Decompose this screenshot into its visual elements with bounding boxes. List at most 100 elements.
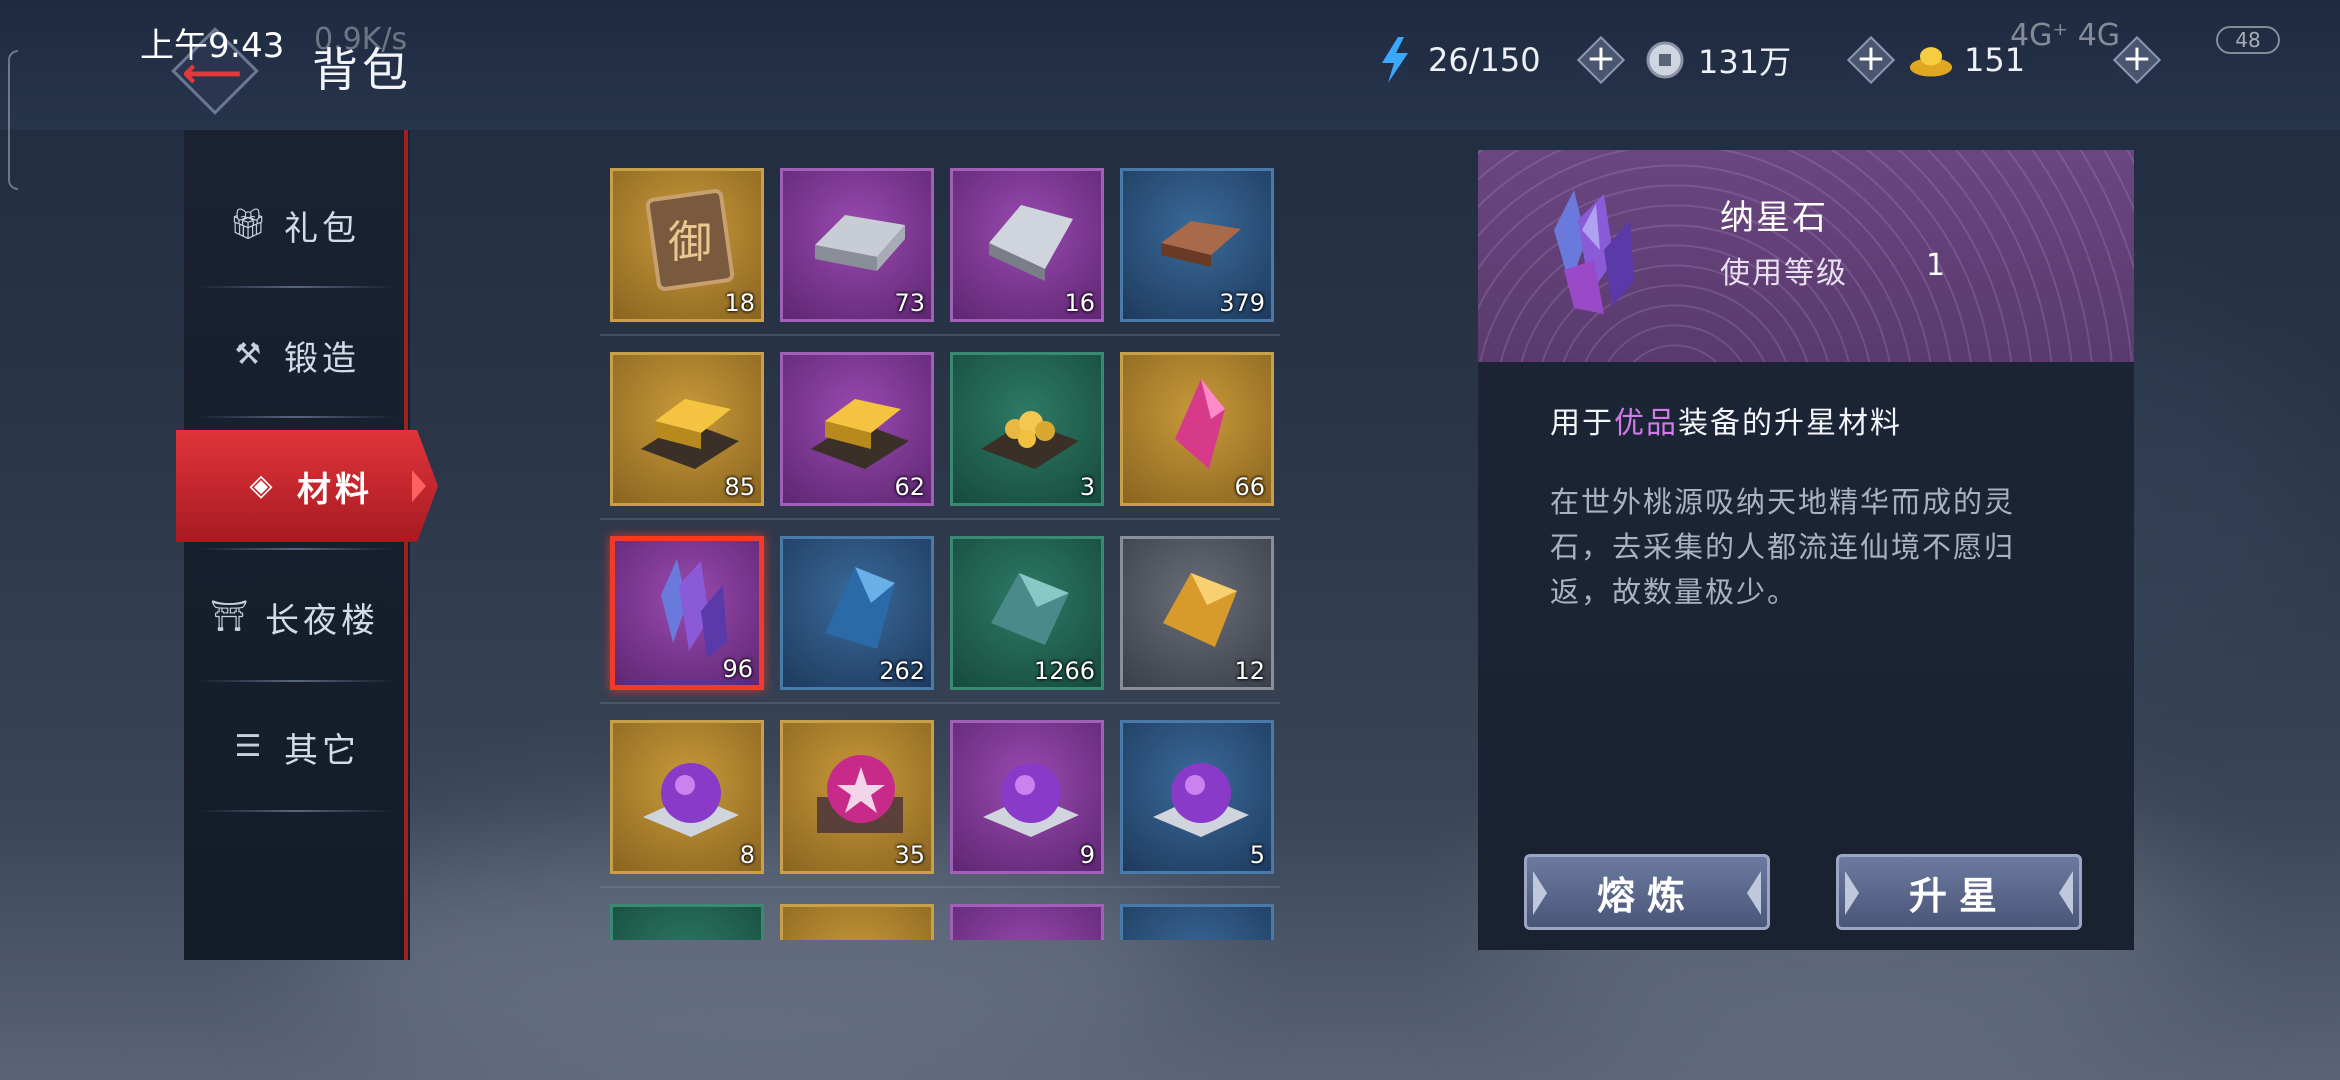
tab-label: 礼包 (284, 208, 360, 249)
detail-level-value: 1 (1926, 248, 1946, 283)
item-grid: 御 18 73 16 379 85 62 3 66 96 262 1266 12 8 35 9 5 (600, 160, 1280, 940)
item-icon (975, 369, 1085, 479)
item-slot[interactable]: 62 (780, 352, 934, 506)
gift-icon: 🎁︎ (228, 207, 268, 242)
item-quantity: 1266 (1033, 657, 1095, 685)
status-battery: 48 (2216, 26, 2280, 54)
tab-separator (198, 810, 394, 812)
usage-suffix: 装备的升星材料 (1678, 406, 1902, 441)
item-icon (637, 555, 747, 665)
item-icon (805, 185, 915, 295)
gold-ingot-icon (1908, 37, 1954, 83)
button-ornament (1845, 871, 1859, 915)
add-stamina-button[interactable]: + (1576, 35, 1626, 85)
item-slot-partial[interactable] (610, 904, 764, 940)
item-slot[interactable]: 35 (780, 720, 934, 874)
item-quantity: 96 (722, 655, 753, 683)
tab-forge[interactable]: ⚒ 锻造 (184, 300, 404, 410)
item-icon (975, 185, 1085, 295)
materials-icon: ◈ (249, 468, 273, 503)
item-quantity: 8 (739, 841, 755, 869)
item-slot-selected[interactable]: 96 (610, 536, 764, 690)
upgrade-star-button-label: 升星 (1908, 873, 2009, 918)
status-speed: 0.9K/s (314, 22, 408, 57)
detail-description: 在世外桃源吸纳天地精华而成的灵石，去采集的人都流连仙境不愿归返，故数量极少。 (1550, 485, 2016, 609)
status-time: 上午9:43 (140, 26, 285, 66)
item-slot[interactable]: 12 (1120, 536, 1274, 690)
item-icon (975, 553, 1085, 663)
forge-icon: ⚒ (234, 337, 262, 372)
smelt-button[interactable]: 熔炼 (1524, 854, 1770, 930)
item-quantity: 12 (1234, 657, 1265, 685)
item-slot[interactable]: 66 (1120, 352, 1274, 506)
item-slot[interactable]: 85 (610, 352, 764, 506)
tab-separator (198, 680, 394, 682)
item-quantity: 62 (894, 473, 925, 501)
item-quantity: 66 (1234, 473, 1265, 501)
item-slot-partial[interactable] (1120, 904, 1274, 940)
item-slot[interactable]: 73 (780, 168, 934, 322)
item-slot[interactable]: 262 (780, 536, 934, 690)
item-slot[interactable]: 5 (1120, 720, 1274, 874)
lightning-icon (1372, 37, 1418, 83)
tab-gift[interactable]: 🎁︎ 礼包 (184, 170, 404, 280)
usage-prefix: 用于 (1550, 406, 1614, 441)
item-slot[interactable]: 8 (610, 720, 764, 874)
item-icon (635, 369, 745, 479)
tab-label: 其它 (284, 730, 360, 771)
add-ingots-button[interactable]: + (2112, 35, 2162, 85)
active-tab-indicator (412, 470, 426, 502)
ingots-value: 151 (1964, 41, 2026, 79)
item-slot[interactable]: 3 (950, 352, 1104, 506)
tab-other[interactable]: ☰ 其它 (184, 692, 404, 802)
item-quantity: 262 (879, 657, 925, 685)
tab-label: 材料 (297, 469, 373, 510)
item-icon (635, 737, 745, 847)
tab-label: 长夜楼 (265, 600, 379, 641)
tab-separator (198, 416, 394, 418)
item-detail-panel: 纳星石 使用等级 1 用于优品装备的升星材料 在世外桃源吸纳天地精华而成的灵石，… (1478, 150, 2134, 950)
detail-usage: 用于优品装备的升星材料 (1550, 398, 1902, 442)
stamina-value: 26/150 (1428, 41, 1541, 79)
item-quantity: 379 (1219, 289, 1265, 317)
item-icon (975, 737, 1085, 847)
item-slot[interactable]: 御 18 (610, 168, 764, 322)
sidebar-divider (404, 130, 408, 960)
coins-value: 131万 (1698, 43, 1792, 81)
list-icon: ☰ (234, 729, 262, 764)
tower-icon: ⛩ (209, 599, 249, 634)
item-quantity: 5 (1249, 841, 1265, 869)
upgrade-star-button[interactable]: 升星 (1836, 854, 2082, 930)
tab-materials[interactable]: ◈ 材料 (176, 430, 438, 542)
item-slot[interactable]: 1266 (950, 536, 1104, 690)
item-icon (805, 369, 915, 479)
item-quantity: 35 (894, 841, 925, 869)
resource-ingots: 151 + (1908, 35, 2162, 85)
item-quantity: 9 (1079, 841, 1095, 869)
item-slot[interactable]: 9 (950, 720, 1104, 874)
item-icon (805, 737, 915, 847)
plus-icon: + (1855, 38, 1887, 79)
item-icon (805, 553, 915, 663)
item-slot[interactable]: 16 (950, 168, 1104, 322)
resource-coins: 131万 + (1642, 35, 1896, 85)
item-quantity: 3 (1079, 473, 1095, 501)
item-quantity: 18 (724, 289, 755, 317)
tab-long-night-tower[interactable]: ⛩ 长夜楼 (184, 562, 404, 672)
item-slot[interactable]: 379 (1120, 168, 1274, 322)
button-ornament (1533, 871, 1547, 915)
coin-icon (1642, 37, 1688, 83)
plus-icon: + (2121, 38, 2153, 79)
resource-stamina: 26/150 + (1372, 35, 1626, 85)
detail-level-label: 使用等级 (1720, 256, 1848, 291)
item-slot-partial[interactable] (780, 904, 934, 940)
smelt-button-label: 熔炼 (1596, 873, 1697, 918)
detail-item-name: 纳星石 (1720, 198, 1828, 238)
tab-separator (198, 286, 394, 288)
item-slot-partial[interactable] (950, 904, 1104, 940)
button-ornament (2059, 871, 2073, 915)
add-coins-button[interactable]: + (1846, 35, 1896, 85)
item-icon (1145, 737, 1255, 847)
usage-quality-highlight: 优品 (1614, 406, 1678, 441)
item-icon (1145, 185, 1255, 295)
